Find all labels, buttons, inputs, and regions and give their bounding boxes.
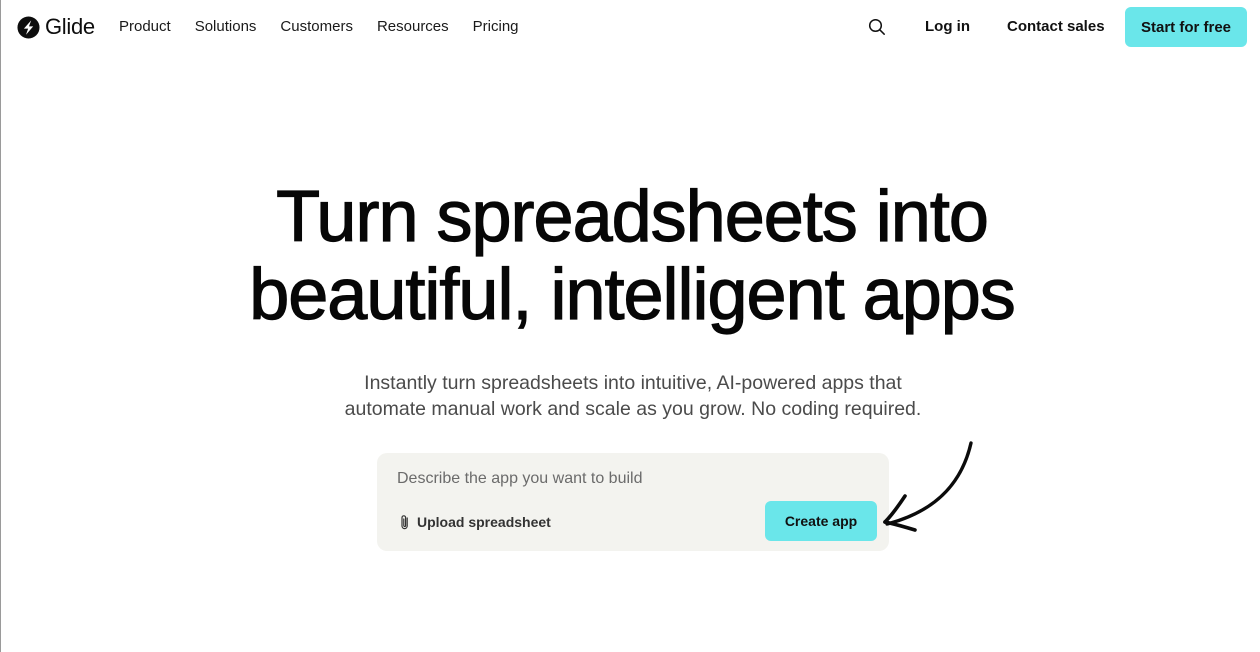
hero-subtitle: Instantly turn spreadsheets into intuiti… [1, 370, 1260, 422]
main-menu: Product Solutions Customers Resources Pr… [119, 18, 543, 36]
menu-item-pricing[interactable]: Pricing [473, 18, 519, 36]
menu-item-resources[interactable]: Resources [377, 18, 449, 36]
search-icon [868, 18, 885, 35]
create-app-button[interactable]: Create app [765, 501, 877, 541]
menu-item-product[interactable]: Product [119, 18, 171, 36]
upload-spreadsheet-button[interactable]: Upload spreadsheet [399, 512, 551, 532]
hero-title-line-1: Turn spreadsheets into [276, 177, 990, 257]
upload-spreadsheet-label: Upload spreadsheet [417, 514, 551, 530]
glide-logo[interactable]: Glide [17, 14, 95, 40]
top-navigation: Glide Product Solutions Customers Resour… [1, 0, 1260, 54]
menu-item-solutions[interactable]: Solutions [195, 18, 257, 36]
hero-subtitle-line-1: Instantly turn spreadsheets into intuiti… [364, 372, 902, 394]
login-link[interactable]: Log in [925, 18, 970, 36]
paperclip-icon [401, 514, 408, 529]
contact-sales-link[interactable]: Contact sales [1007, 18, 1105, 36]
hero-subtitle-line-2: automate manual work and scale as you gr… [344, 398, 922, 420]
start-for-free-button[interactable]: Start for free [1125, 7, 1247, 47]
search-button[interactable] [867, 17, 887, 37]
menu-item-customers[interactable]: Customers [280, 18, 353, 36]
app-description-input[interactable] [397, 467, 857, 491]
bolt-circle-icon [17, 15, 40, 39]
hero-title-line-2: beautiful, intelligent apps [249, 255, 1017, 335]
brand-name: Glide [45, 14, 95, 39]
app-prompt-box: Upload spreadsheet Create app [377, 453, 889, 551]
hand-drawn-arrow-icon [883, 441, 973, 532]
hero-title: Turn spreadsheets into beautiful, intell… [1, 177, 1260, 335]
